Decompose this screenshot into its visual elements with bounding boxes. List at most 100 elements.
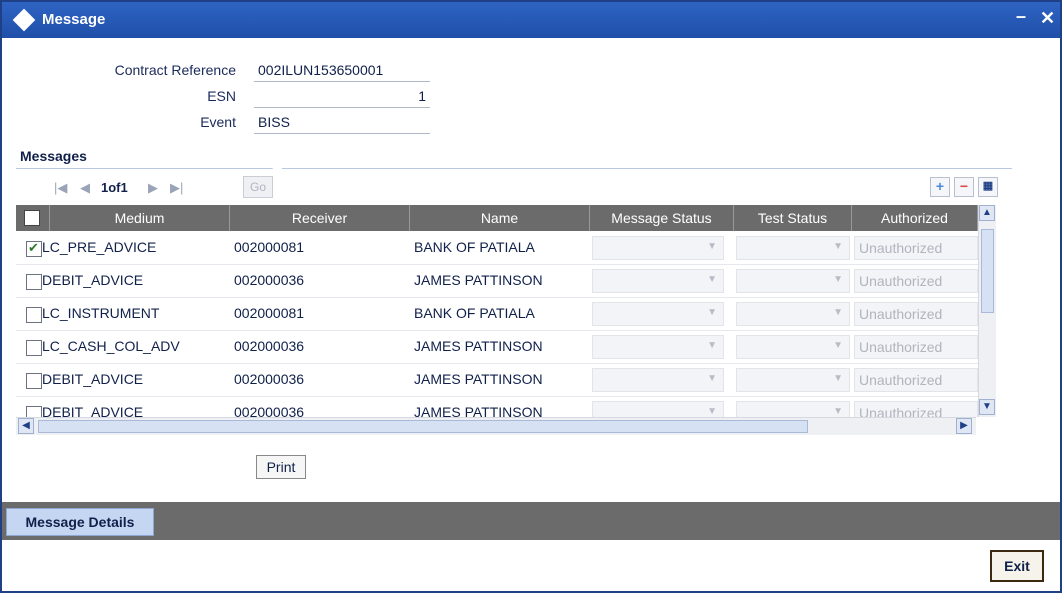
table-row[interactable]: DEBIT_ADVICE 002000036 JAMES PATTINSON ▼… bbox=[16, 397, 978, 417]
contract-reference-label: Contract Reference bbox=[114, 62, 236, 78]
contract-reference-field[interactable]: 002ILUN153650001 bbox=[254, 60, 430, 82]
messages-grid: Medium Receiver Name Message Status Test… bbox=[16, 205, 978, 417]
table-row[interactable]: LC_INSTRUMENT 002000081 BANK OF PATIALA … bbox=[16, 298, 978, 331]
vertical-scrollbar[interactable]: ▲ ▼ bbox=[978, 205, 996, 417]
message-status-select[interactable]: ▼ bbox=[592, 335, 724, 359]
row-checkbox[interactable] bbox=[26, 307, 42, 323]
grid-header: Medium Receiver Name Message Status Test… bbox=[16, 205, 978, 231]
event-label: Event bbox=[200, 114, 236, 130]
chevron-down-icon: ▼ bbox=[707, 406, 717, 417]
tab-message-details[interactable]: Message Details bbox=[6, 508, 154, 536]
esn-label: ESN bbox=[207, 88, 236, 104]
receiver-cell: 002000081 bbox=[234, 305, 305, 321]
row-checkbox[interactable] bbox=[26, 340, 42, 356]
column-header-test-status[interactable]: Test Status bbox=[734, 205, 852, 231]
select-all-checkbox[interactable] bbox=[24, 210, 40, 226]
exit-button[interactable]: Exit bbox=[990, 550, 1044, 582]
row-checkbox[interactable] bbox=[26, 274, 42, 290]
chevron-down-icon: ▼ bbox=[707, 373, 717, 384]
view-details-icon[interactable]: ▦ bbox=[978, 177, 998, 197]
medium-cell: LC_CASH_COL_ADV bbox=[42, 338, 180, 354]
next-page-icon[interactable]: ▶ bbox=[148, 180, 158, 196]
medium-cell: LC_PRE_ADVICE bbox=[42, 239, 157, 255]
message-status-select[interactable]: ▼ bbox=[592, 401, 724, 417]
window-title: Message bbox=[42, 11, 106, 28]
horizontal-scrollbar[interactable]: ◀ ▶ bbox=[16, 417, 976, 435]
authorized-select[interactable]: Unauthorized bbox=[854, 335, 978, 359]
medium-cell: DEBIT_ADVICE bbox=[42, 371, 144, 387]
table-row[interactable]: DEBIT_ADVICE 002000036 JAMES PATTINSON ▼… bbox=[16, 265, 978, 298]
medium-cell: DEBIT_ADVICE bbox=[42, 272, 144, 288]
add-row-icon[interactable]: + bbox=[930, 177, 950, 197]
message-window: Message – ✕ Contract Reference 002ILUN15… bbox=[0, 0, 1062, 593]
last-page-icon[interactable]: ▶| bbox=[170, 180, 183, 196]
section-divider bbox=[16, 168, 1012, 169]
authorized-select[interactable]: Unauthorized bbox=[854, 269, 978, 293]
column-header-medium[interactable]: Medium bbox=[50, 205, 230, 231]
receiver-cell: 002000036 bbox=[234, 371, 305, 387]
test-status-select[interactable]: ▼ bbox=[736, 302, 850, 326]
table-row[interactable]: DEBIT_ADVICE 002000036 JAMES PATTINSON ▼… bbox=[16, 364, 978, 397]
test-status-select[interactable]: ▼ bbox=[736, 236, 850, 260]
message-status-select[interactable]: ▼ bbox=[592, 302, 724, 326]
column-header-receiver[interactable]: Receiver bbox=[230, 205, 410, 231]
medium-cell: DEBIT_ADVICE bbox=[42, 404, 144, 417]
message-status-select[interactable]: ▼ bbox=[592, 236, 724, 260]
name-cell: JAMES PATTINSON bbox=[414, 371, 543, 387]
page-count: 1of1 bbox=[101, 180, 128, 195]
window-diamond-icon bbox=[12, 8, 36, 32]
chevron-down-icon: ▼ bbox=[833, 307, 843, 318]
horizontal-scroll-thumb[interactable] bbox=[38, 420, 808, 433]
close-icon[interactable]: ✕ bbox=[1040, 8, 1055, 29]
row-checkbox[interactable] bbox=[26, 406, 42, 417]
column-header-message-status[interactable]: Message Status bbox=[590, 205, 734, 231]
name-cell: BANK OF PATIALA bbox=[414, 305, 535, 321]
previous-page-icon[interactable]: ◀ bbox=[80, 180, 90, 196]
table-row[interactable]: LC_PRE_ADVICE 002000081 BANK OF PATIALA … bbox=[16, 232, 978, 265]
chevron-down-icon: ▼ bbox=[833, 241, 843, 252]
name-cell: BANK OF PATIALA bbox=[414, 239, 535, 255]
authorized-select[interactable]: Unauthorized bbox=[854, 302, 978, 326]
authorized-select[interactable]: Unauthorized bbox=[854, 368, 978, 392]
test-status-select[interactable]: ▼ bbox=[736, 368, 850, 392]
column-header-name[interactable]: Name bbox=[410, 205, 590, 231]
table-row[interactable]: LC_CASH_COL_ADV 002000036 JAMES PATTINSO… bbox=[16, 331, 978, 364]
message-status-select[interactable]: ▼ bbox=[592, 368, 724, 392]
first-page-icon[interactable]: |◀ bbox=[54, 180, 67, 196]
delete-row-icon[interactable]: − bbox=[954, 177, 974, 197]
authorized-select[interactable]: Unauthorized bbox=[854, 401, 978, 417]
minimize-icon[interactable]: – bbox=[1016, 6, 1026, 27]
chevron-down-icon: ▼ bbox=[707, 274, 717, 285]
go-button[interactable]: Go bbox=[243, 176, 273, 198]
chevron-down-icon: ▼ bbox=[707, 241, 717, 252]
test-status-select[interactable]: ▼ bbox=[736, 401, 850, 417]
chevron-down-icon: ▼ bbox=[833, 340, 843, 351]
receiver-cell: 002000036 bbox=[234, 404, 305, 417]
receiver-cell: 002000036 bbox=[234, 338, 305, 354]
authorized-select[interactable]: Unauthorized bbox=[854, 236, 978, 260]
chevron-down-icon: ▼ bbox=[833, 274, 843, 285]
title-bar[interactable]: Message – ✕ bbox=[2, 2, 1060, 38]
row-checkbox[interactable] bbox=[26, 240, 42, 257]
scroll-up-icon[interactable]: ▲ bbox=[979, 205, 995, 221]
chevron-down-icon: ▼ bbox=[833, 373, 843, 384]
scroll-down-icon[interactable]: ▼ bbox=[979, 399, 995, 415]
column-header-authorized[interactable]: Authorized bbox=[852, 205, 978, 231]
chevron-down-icon: ▼ bbox=[833, 406, 843, 417]
receiver-cell: 002000036 bbox=[234, 272, 305, 288]
medium-cell: LC_INSTRUMENT bbox=[42, 305, 160, 321]
test-status-select[interactable]: ▼ bbox=[736, 335, 850, 359]
scroll-left-icon[interactable]: ◀ bbox=[18, 418, 34, 434]
print-button[interactable]: Print bbox=[256, 455, 306, 479]
row-checkbox[interactable] bbox=[26, 373, 42, 389]
receiver-cell: 002000081 bbox=[234, 239, 305, 255]
event-field[interactable]: BISS bbox=[254, 112, 430, 134]
esn-field[interactable]: 1 bbox=[254, 86, 430, 108]
vertical-scroll-thumb[interactable] bbox=[981, 229, 994, 313]
chevron-down-icon: ▼ bbox=[707, 307, 717, 318]
test-status-select[interactable]: ▼ bbox=[736, 269, 850, 293]
select-all-cell bbox=[16, 205, 50, 231]
scroll-right-icon[interactable]: ▶ bbox=[956, 418, 972, 434]
chevron-down-icon: ▼ bbox=[707, 340, 717, 351]
message-status-select[interactable]: ▼ bbox=[592, 269, 724, 293]
